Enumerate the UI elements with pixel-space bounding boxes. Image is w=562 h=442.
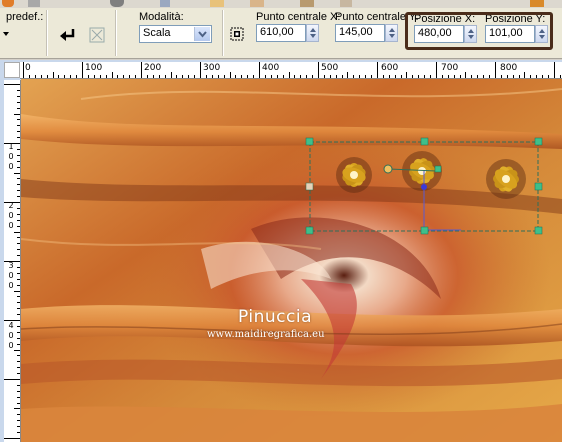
ruler-label: 0 [8,331,14,340]
apply-button[interactable] [57,24,79,46]
ruler-label: 0 [8,221,14,230]
chevron-down-icon[interactable] [194,27,210,41]
ruler-label: 0 [8,152,14,161]
tool-icon[interactable] [250,0,264,7]
ruler-label: 3 [8,261,14,270]
center-x-spinner[interactable] [306,24,319,42]
rotation-handle[interactable] [434,165,442,173]
center-point-handle[interactable] [421,184,427,190]
resize-handle[interactable] [534,137,543,146]
center-y-spinner[interactable] [385,24,398,42]
ruler-label: 500 [321,63,339,73]
resize-handle[interactable] [305,226,314,235]
paint-icon[interactable] [2,0,14,7]
ruler-label: 100 [85,63,103,73]
return-arrow-icon [60,29,75,41]
mode-label: Modalità: [139,11,184,23]
ruler-label: 1 [8,142,14,151]
horizontal-ruler[interactable]: 0 100 200 300 400 500 600 700 800 [20,62,562,79]
ruler-label: 800 [500,63,518,73]
ruler-label: 0 [8,281,14,290]
preset-dropdown-arrow-icon[interactable] [3,32,9,36]
resize-handle[interactable] [305,137,314,146]
separator [46,10,48,56]
center-y-input[interactable]: 145,00 [335,24,385,42]
center-x-label: Punto centrale X: [256,11,341,23]
mode-select[interactable]: Scala [139,25,212,43]
tool-icon[interactable] [340,0,352,7]
tool-icon[interactable] [110,0,124,7]
ruler-corner [4,62,20,78]
tool-icon[interactable] [160,0,170,7]
tool-icon[interactable] [210,0,224,7]
separator [115,10,117,56]
resize-handle[interactable] [534,226,543,235]
reset-button[interactable] [86,24,108,46]
center-point-icon[interactable] [229,26,245,42]
resize-handle[interactable] [305,182,314,191]
ruler-label: 700 [441,63,459,73]
ruler-label: 0 [8,211,14,220]
ruler-label: 300 [203,63,221,73]
tool-icon[interactable] [300,0,314,7]
ruler-label: 0 [25,63,31,73]
center-x-input[interactable]: 610,00 [256,24,306,42]
tool-icon[interactable] [530,0,544,7]
swirl-background [21,79,562,442]
preset-label: predef.: [6,11,44,23]
reset-transform-icon [89,27,105,43]
image-canvas[interactable]: Pinuccia www.maidiregrafica.eu [21,79,562,442]
vertical-ruler[interactable]: 1 0 0 2 0 0 3 0 0 4 0 0 [4,80,21,442]
ruler-label: 0 [8,162,14,171]
rotation-pivot-handle[interactable] [383,164,393,174]
resize-handle[interactable] [534,182,543,191]
tool-icon[interactable] [28,0,40,7]
resize-handle[interactable] [420,137,429,146]
ruler-label: 2 [8,201,14,210]
mode-select-value: Scala [143,27,171,39]
watermark-url: www.maidiregrafica.eu [207,329,325,340]
ruler-label: 4 [8,321,14,330]
resize-handle[interactable] [420,226,429,235]
ruler-label: 400 [262,63,280,73]
ruler-label: 600 [381,63,399,73]
position-highlight-box [405,12,553,50]
ruler-label: 0 [8,271,14,280]
watermark-title: Pinuccia [238,307,312,327]
separator [222,10,224,56]
ruler-label: 200 [144,63,162,73]
ruler-label: 0 [8,341,14,350]
